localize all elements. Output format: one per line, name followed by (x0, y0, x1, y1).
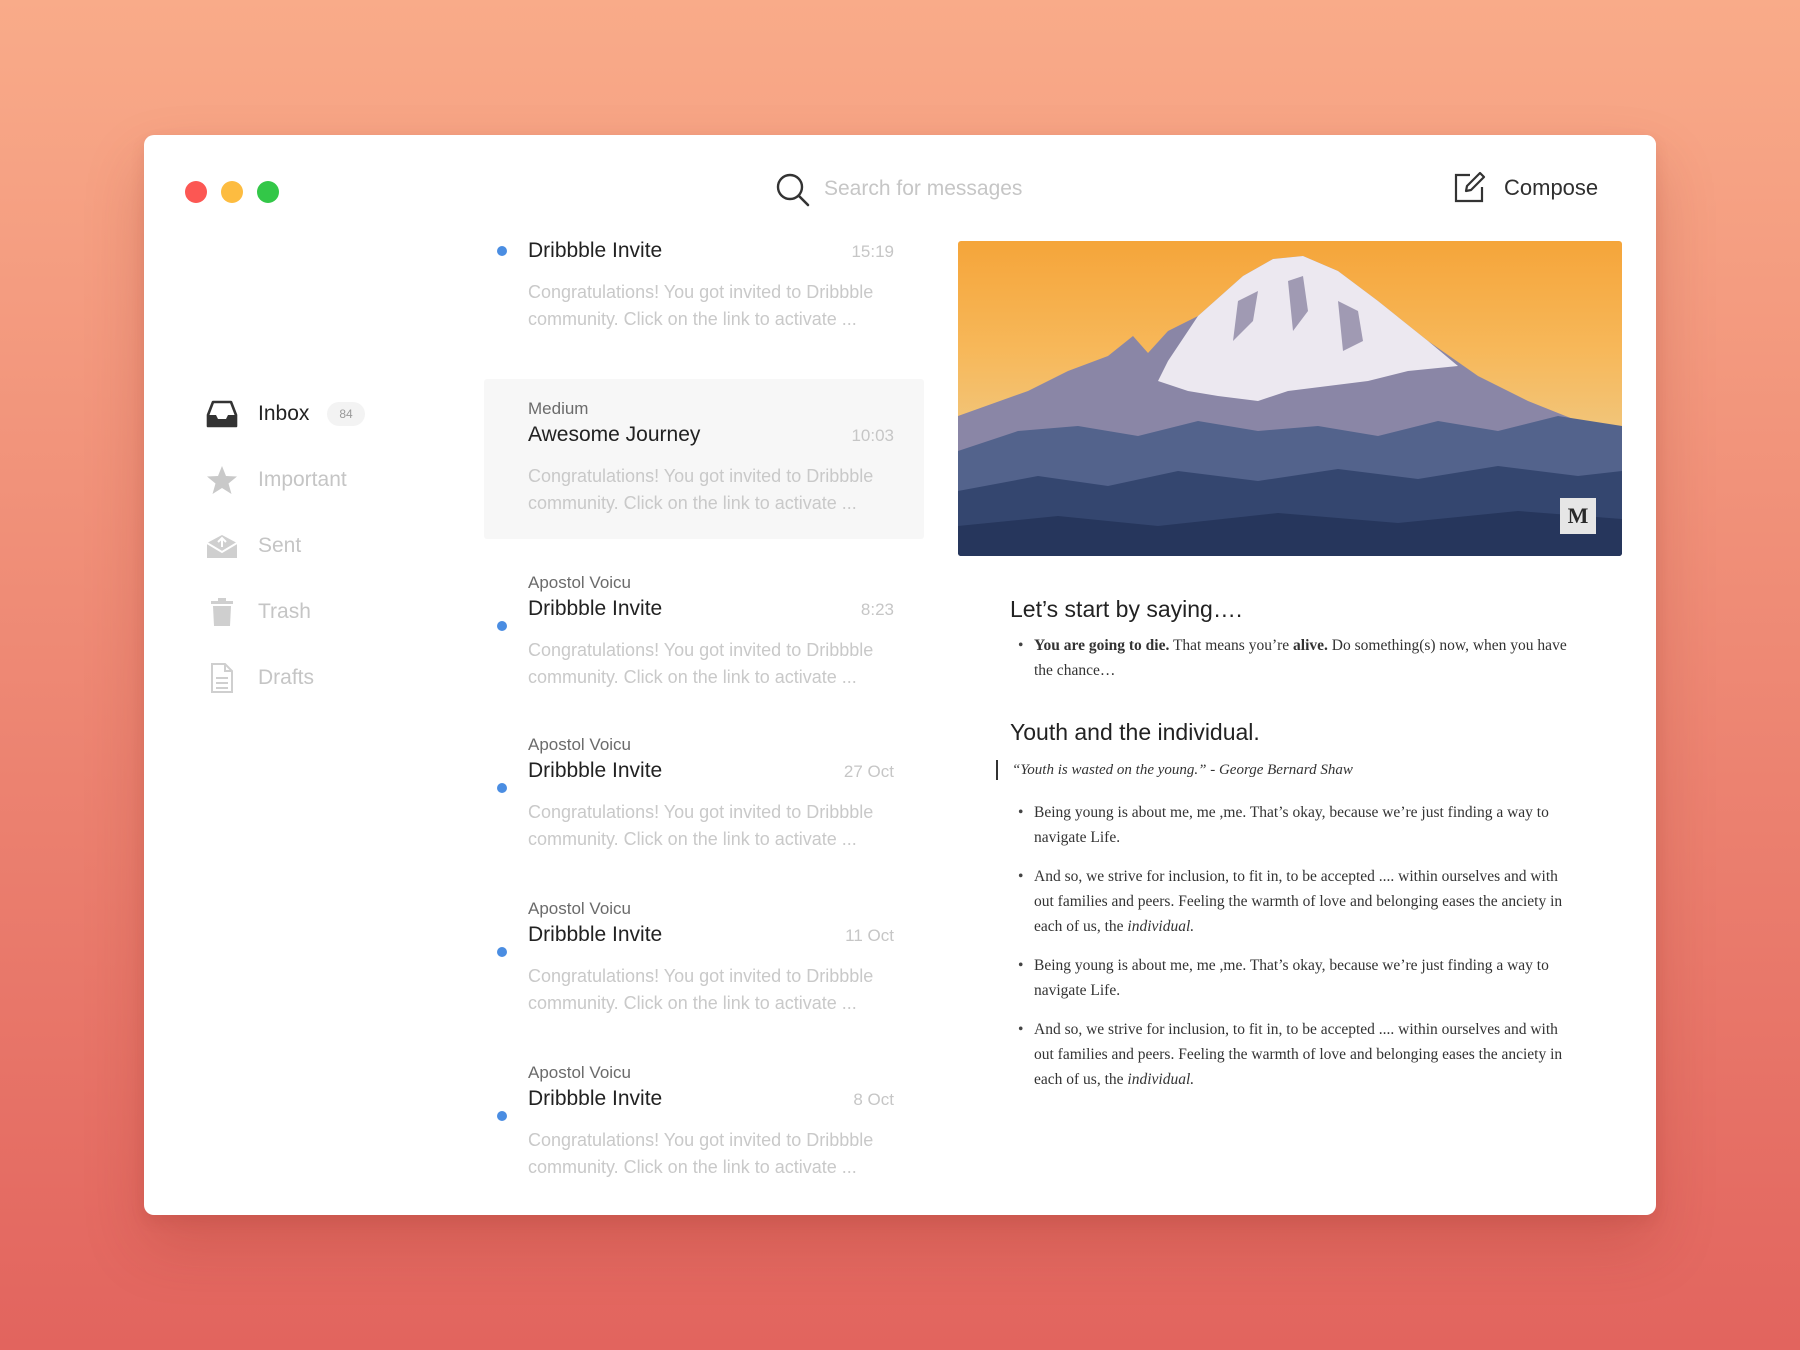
message-preview: Congratulations! You got invited to Drib… (528, 466, 874, 513)
compose-icon (1454, 171, 1486, 203)
message-time: 8:23 (860, 600, 894, 619)
list-item: You are going to die. That means you’re … (1010, 633, 1570, 683)
sent-icon (206, 530, 238, 562)
sidebar-item-label: Inbox (258, 402, 310, 425)
body-text: And so, we strive for inclusion, to fit … (1034, 1021, 1563, 1088)
maximize-button[interactable] (257, 181, 279, 203)
list-item: And so, we strive for inclusion, to fit … (1010, 1017, 1570, 1092)
unread-indicator (497, 621, 507, 631)
article-body: Let’s start by saying…. You are going to… (958, 556, 1622, 1092)
list-item[interactable]: Apostol Voicu Dribbble Invite 11 Oct Con… (484, 879, 924, 1039)
compose-label: Compose (1504, 175, 1599, 200)
sidebar-item-label: Sent (258, 534, 302, 557)
star-icon (206, 464, 238, 496)
bullet-list: Being young is about me, me ,me. That’s … (1010, 800, 1570, 1092)
message-header: Dribbble Invite 15:19 (497, 239, 894, 263)
sidebar-item-drafts[interactable]: Drafts (206, 645, 466, 711)
message-header: Awesome Journey 10:03 (528, 423, 894, 447)
message-sender: Apostol Voicu (528, 899, 632, 918)
article-subheading: Youth and the individual. (1010, 719, 1260, 745)
list-item[interactable]: Apostol Voicu Dribbble Invite 27 Oct Con… (484, 715, 924, 875)
medium-logo-icon: M (1560, 498, 1596, 534)
message-header: Dribbble Invite 27 Oct (528, 759, 894, 783)
sidebar-item-trash[interactable]: Trash (206, 579, 466, 645)
message-preview: Congratulations! You got invited to Drib… (528, 282, 874, 329)
message-subject: Dribbble Invite (528, 923, 663, 946)
article-quote: “Youth is wasted on the young.” - George… (996, 760, 1570, 780)
message-subject: Dribbble Invite (528, 1087, 663, 1110)
unread-indicator (497, 1111, 507, 1121)
message-preview: Congratulations! You got invited to Drib… (528, 640, 874, 687)
message-sender: Apostol Voicu (528, 573, 632, 592)
body-text: And so, we strive for inclusion, to fit … (1034, 868, 1563, 935)
unread-indicator (497, 947, 507, 957)
sidebar: Inbox 84 Important Sent Trash Drafts (206, 381, 466, 711)
mountain-image (958, 256, 1622, 556)
drafts-icon (206, 662, 238, 694)
message-header: Dribbble Invite 8:23 (528, 597, 894, 621)
message-subject: Dribbble Invite (528, 597, 663, 620)
list-item: Being young is about me, me ,me. That’s … (1010, 953, 1570, 1003)
sidebar-item-label: Drafts (258, 666, 315, 689)
list-item[interactable]: Apostol Voicu Dribbble Invite 8:23 Congr… (484, 553, 924, 713)
body-text: That means you’re (1169, 637, 1294, 654)
message-subject: Awesome Journey (528, 423, 701, 446)
body-text: Being young is about me, me ,me. That’s … (1034, 957, 1549, 999)
close-button[interactable] (185, 181, 207, 203)
article-heading: Let’s start by saying…. (1010, 596, 1243, 622)
unread-indicator (497, 783, 507, 793)
message-time: 27 Oct (843, 762, 894, 781)
message-subject: Dribbble Invite (528, 239, 663, 262)
message-time: 11 Oct (845, 926, 894, 945)
message-time: 8 Oct (853, 1090, 894, 1109)
message-preview: Congratulations! You got invited to Drib… (528, 802, 874, 849)
mail-window: Compose Inbox 84 Important (144, 135, 1656, 1215)
bold-text: You are going to die. (1034, 637, 1170, 654)
sidebar-item-inbox[interactable]: Inbox 84 (206, 381, 466, 447)
message-sender: Medium (528, 399, 589, 418)
window-controls (185, 181, 279, 203)
message-header: Dribbble Invite 8 Oct (528, 1087, 894, 1111)
message-subject: Dribbble Invite (528, 759, 663, 782)
reading-pane: M Let’s start by saying…. You are going … (958, 241, 1622, 1106)
sidebar-item-important[interactable]: Important (206, 447, 466, 513)
emphasis-text: individual. (1127, 1071, 1195, 1088)
message-preview: Congratulations! You got invited to Drib… (528, 966, 874, 1013)
unread-count-badge: 84 (327, 402, 365, 426)
search-input[interactable] (824, 169, 1244, 209)
sidebar-item-sent[interactable]: Sent (206, 513, 466, 579)
message-list: Dribbble Invite 15:19 Congratulations! Y… (484, 215, 924, 1215)
message-sender: Apostol Voicu (528, 1063, 632, 1082)
list-item[interactable]: Apostol Voicu Dribbble Invite 8 Oct Cong… (484, 1043, 924, 1203)
bold-text: alive. (1293, 637, 1328, 654)
sidebar-item-label: Trash (258, 600, 311, 623)
sidebar-item-label: Important (258, 468, 347, 491)
message-sender: Apostol Voicu (528, 735, 632, 754)
list-item[interactable]: Medium Awesome Journey 10:03 Congratulat… (484, 379, 924, 539)
trash-icon (206, 596, 238, 628)
search-icon[interactable] (775, 172, 811, 208)
unread-indicator (497, 246, 507, 256)
message-time: 15:19 (851, 242, 894, 261)
message-header: Dribbble Invite 11 Oct (528, 923, 894, 947)
emphasis-text: individual. (1127, 918, 1195, 935)
body-text: Being young is about me, me ,me. That’s … (1034, 804, 1549, 846)
intro-list: You are going to die. That means you’re … (1010, 633, 1570, 683)
list-item: And so, we strive for inclusion, to fit … (1010, 864, 1570, 939)
header-image: M (958, 241, 1622, 556)
inbox-icon (206, 398, 238, 430)
message-time: 10:03 (851, 426, 894, 445)
list-item: Being young is about me, me ,me. That’s … (1010, 800, 1570, 850)
message-preview: Congratulations! You got invited to Drib… (528, 1130, 874, 1177)
minimize-button[interactable] (221, 181, 243, 203)
compose-button[interactable]: Compose (1452, 171, 1598, 205)
